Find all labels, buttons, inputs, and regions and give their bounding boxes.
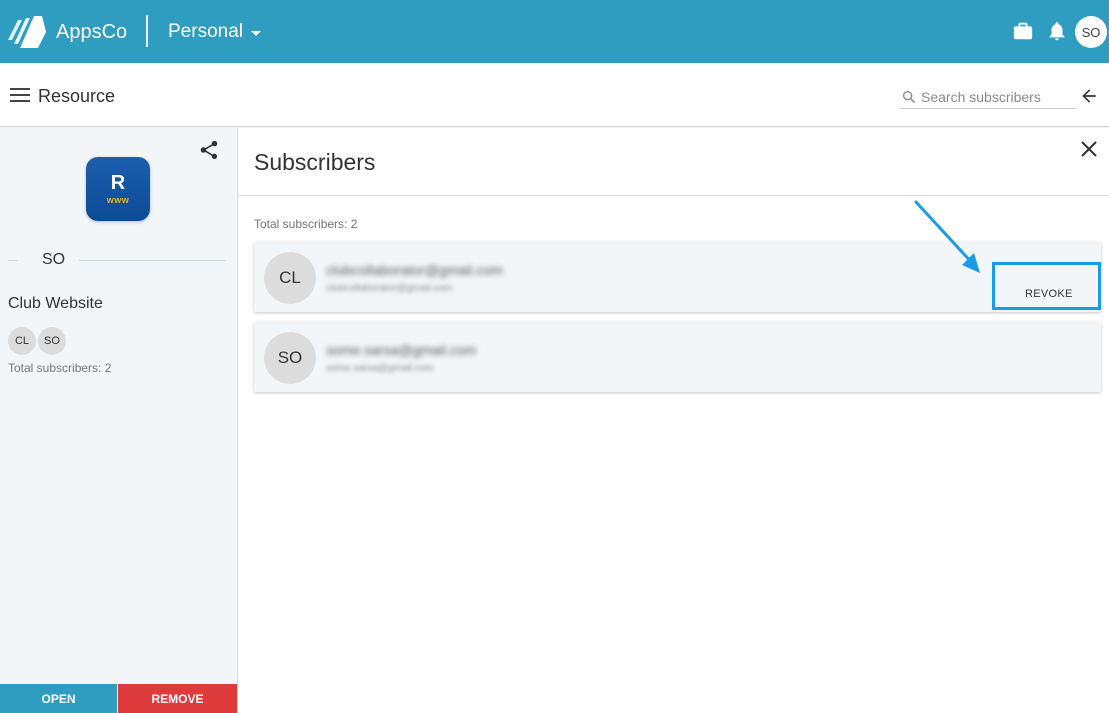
open-button[interactable]: OPEN (0, 684, 117, 713)
subscriber-email: some.sarsa@gmail.com (326, 342, 477, 358)
subscriber-email: clubcollaborator@gmail.com (326, 262, 503, 278)
app-icon-letter: R (110, 172, 126, 194)
annotation-arrow-icon (914, 200, 980, 273)
app-header: AppsCo Personal SO (0, 0, 1109, 63)
owner-row: SO (8, 250, 226, 270)
workspace-label: Personal (168, 21, 243, 42)
briefcase-icon[interactable] (1012, 20, 1034, 42)
divider (79, 259, 226, 261)
owner-label: SO (42, 251, 66, 268)
subscriber-card: SO some.sarsa@gmail.com some.sarsa@gmail… (254, 322, 1101, 392)
resource-name: Club Website (8, 295, 103, 312)
brand-divider (146, 15, 148, 47)
back-arrow-icon[interactable] (1079, 86, 1099, 106)
subscriber-email-secondary: clubcollaborator@gmail.com (326, 283, 453, 294)
annotation-highlight-box (992, 262, 1101, 310)
panel-title: Subscribers (254, 149, 376, 175)
divider (8, 259, 18, 261)
subscriber-avatars: CL SO (8, 327, 66, 355)
subscriber-avatar: SO (264, 332, 316, 384)
menu-icon[interactable] (10, 87, 30, 103)
share-icon[interactable] (198, 139, 220, 161)
total-subscribers-label: Total subscribers: 2 (8, 361, 112, 375)
search-icon (903, 90, 915, 103)
user-avatar[interactable]: SO (1075, 16, 1107, 48)
resource-details-panel: R www SO Club Website CL SO Total subscr… (0, 128, 238, 713)
subscriber-email-secondary: some.sarsa@gmail.com (326, 363, 434, 374)
bell-icon[interactable] (1046, 20, 1068, 42)
remove-button[interactable]: REMOVE (118, 684, 237, 713)
search-input[interactable] (921, 88, 1071, 105)
workspace-dropdown[interactable]: Personal (168, 21, 261, 43)
search-box (899, 85, 1077, 109)
total-subscribers-label: Total subscribers: 2 (254, 217, 358, 231)
resource-app-icon: R www (86, 157, 150, 221)
subscriber-avatar[interactable]: CL (8, 327, 36, 355)
app-icon-subtext: www (106, 195, 130, 205)
subscriber-avatar: CL (264, 252, 316, 304)
brand-name[interactable]: AppsCo (56, 21, 127, 44)
logo-icon[interactable] (8, 14, 48, 48)
toolbar: Resource (0, 63, 1109, 127)
page-title: Resource (38, 86, 116, 106)
subscriber-avatar[interactable]: SO (38, 327, 66, 355)
close-icon[interactable] (1080, 140, 1098, 158)
caret-down-icon (251, 31, 261, 36)
